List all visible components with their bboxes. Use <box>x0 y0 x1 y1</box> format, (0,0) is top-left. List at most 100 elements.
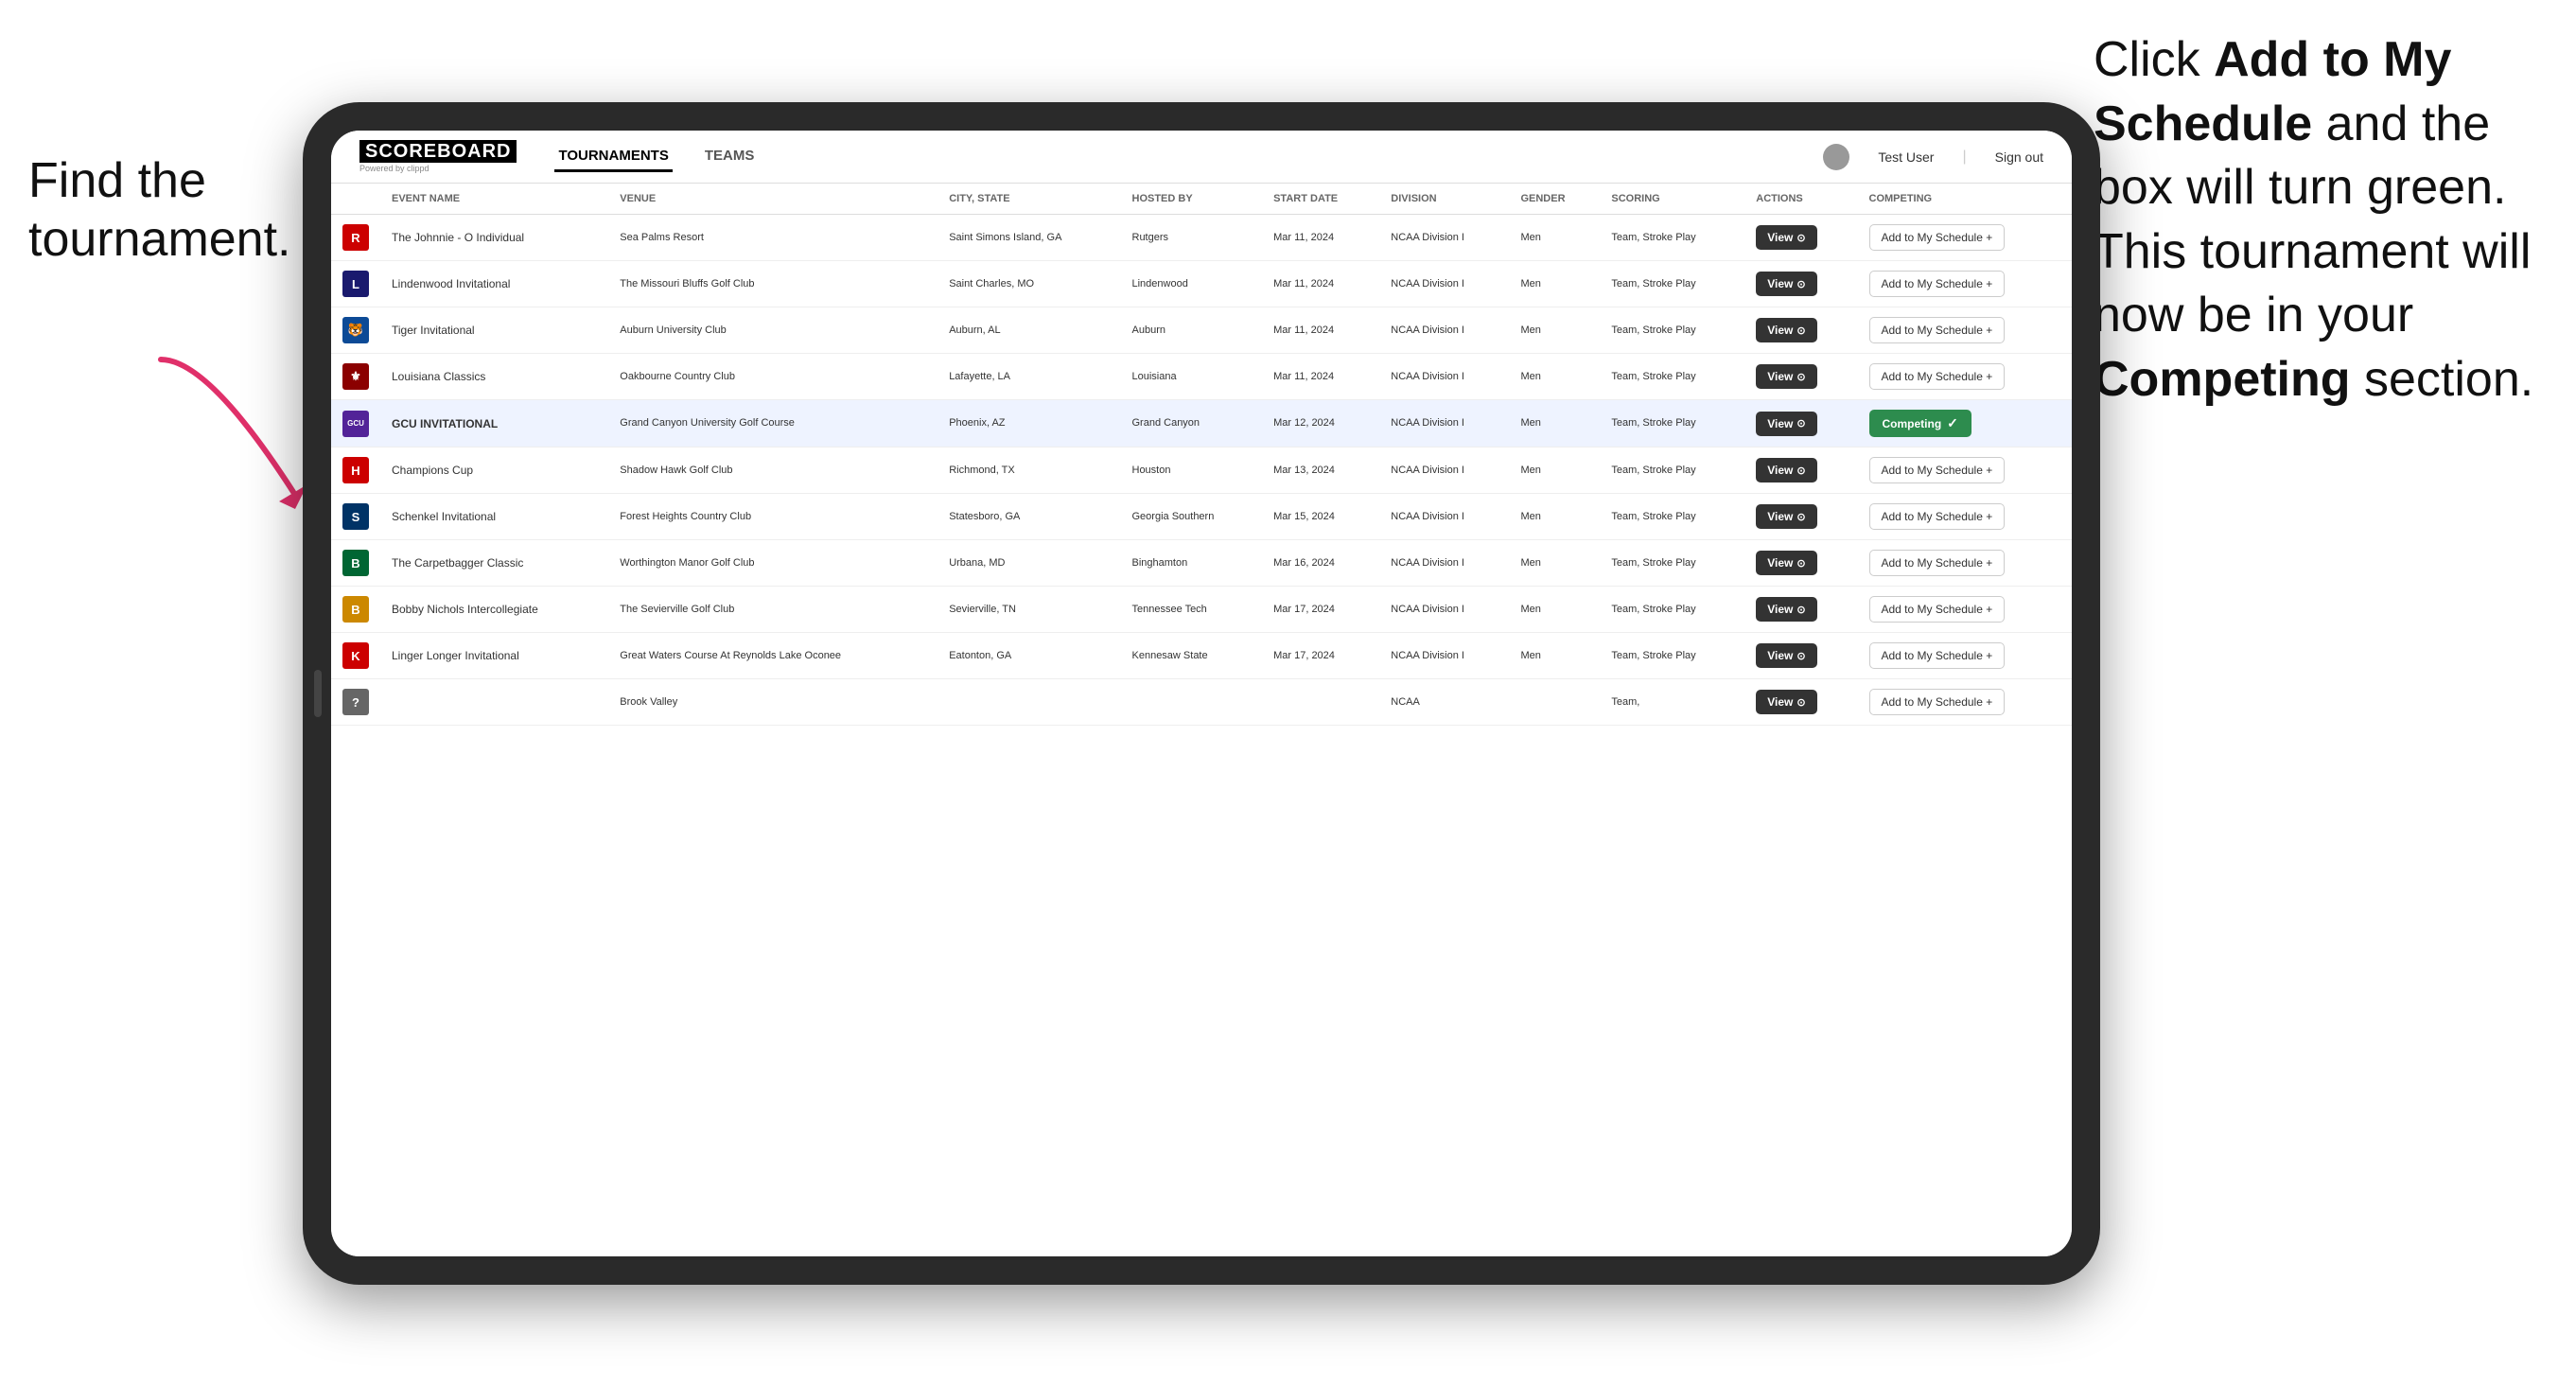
team-logo-cell: B <box>331 540 380 587</box>
hosted-by-cell: Lindenwood <box>1121 261 1263 307</box>
venue-cell: Oakbourne Country Club <box>608 354 938 400</box>
team-logo-cell: R <box>331 215 380 261</box>
city-cell: Auburn, AL <box>938 307 1120 354</box>
team-logo-cell: ⚜ <box>331 354 380 400</box>
hosted-by-cell <box>1121 679 1263 726</box>
gender-cell: Men <box>1509 587 1600 633</box>
gender-cell: Men <box>1509 540 1600 587</box>
gender-cell: Men <box>1509 354 1600 400</box>
table-row: BBobby Nichols IntercollegiateThe Sevier… <box>331 587 2072 633</box>
division-cell: NCAA Division I <box>1379 400 1509 447</box>
competing-cell: Add to My Schedule + <box>1858 215 2073 261</box>
nav-tab-teams[interactable]: TEAMS <box>701 142 759 172</box>
view-button[interactable]: View ⊙ <box>1756 272 1816 296</box>
event-name-cell: Tiger Invitational <box>380 307 608 354</box>
gender-cell: Men <box>1509 400 1600 447</box>
city-cell: Statesboro, GA <box>938 494 1120 540</box>
scoring-cell: Team, Stroke Play <box>1600 400 1744 447</box>
team-logo-cell: B <box>331 587 380 633</box>
division-cell: NCAA Division I <box>1379 215 1509 261</box>
view-button[interactable]: View ⊙ <box>1756 458 1816 482</box>
nav-tab-tournaments[interactable]: TOURNAMENTS <box>554 142 672 172</box>
add-to-schedule-button[interactable]: Add to My Schedule + <box>1869 550 2006 576</box>
division-cell: NCAA Division I <box>1379 540 1509 587</box>
start-date-cell: Mar 15, 2024 <box>1262 494 1379 540</box>
scoring-cell: Team, Stroke Play <box>1600 354 1744 400</box>
gender-cell: Men <box>1509 215 1600 261</box>
add-to-schedule-button[interactable]: Add to My Schedule + <box>1869 363 2006 390</box>
scoring-cell: Team, Stroke Play <box>1600 307 1744 354</box>
hosted-by-cell: Georgia Southern <box>1121 494 1263 540</box>
division-cell: NCAA Division I <box>1379 587 1509 633</box>
venue-cell: Forest Heights Country Club <box>608 494 938 540</box>
competing-button[interactable]: Competing ✓ <box>1869 410 1971 437</box>
view-button[interactable]: View ⊙ <box>1756 225 1816 250</box>
event-name-cell: The Carpetbagger Classic <box>380 540 608 587</box>
venue-cell: Auburn University Club <box>608 307 938 354</box>
add-to-schedule-button[interactable]: Add to My Schedule + <box>1869 271 2006 297</box>
add-to-schedule-button[interactable]: Add to My Schedule + <box>1869 457 2006 483</box>
venue-cell: Great Waters Course At Reynolds Lake Oco… <box>608 633 938 679</box>
scoring-cell: Team, Stroke Play <box>1600 215 1744 261</box>
scoring-cell: Team, Stroke Play <box>1600 494 1744 540</box>
signout-link[interactable]: Sign out <box>1995 149 2043 165</box>
event-name-cell: Lindenwood Invitational <box>380 261 608 307</box>
venue-cell: Shadow Hawk Golf Club <box>608 447 938 494</box>
start-date-cell: Mar 11, 2024 <box>1262 215 1379 261</box>
event-name-cell <box>380 679 608 726</box>
view-button[interactable]: View ⊙ <box>1756 690 1816 714</box>
actions-cell: View ⊙ <box>1744 261 1857 307</box>
competing-cell: Add to My Schedule + <box>1858 679 2073 726</box>
start-date-cell <box>1262 679 1379 726</box>
competing-cell: Add to My Schedule + <box>1858 540 2073 587</box>
add-to-schedule-button[interactable]: Add to My Schedule + <box>1869 689 2006 715</box>
event-name-cell: Schenkel Invitational <box>380 494 608 540</box>
division-cell: NCAA Division I <box>1379 307 1509 354</box>
view-button[interactable]: View ⊙ <box>1756 597 1816 622</box>
add-to-schedule-button[interactable]: Add to My Schedule + <box>1869 317 2006 343</box>
view-button[interactable]: View ⊙ <box>1756 504 1816 529</box>
table-row: 🐯Tiger InvitationalAuburn University Clu… <box>331 307 2072 354</box>
col-header-logo <box>331 184 380 215</box>
add-to-schedule-button[interactable]: Add to My Schedule + <box>1869 596 2006 623</box>
gender-cell: Men <box>1509 307 1600 354</box>
view-button[interactable]: View ⊙ <box>1756 364 1816 389</box>
city-cell: Saint Simons Island, GA <box>938 215 1120 261</box>
city-cell <box>938 679 1120 726</box>
view-button[interactable]: View ⊙ <box>1756 318 1816 342</box>
col-header-actions: ACTIONS <box>1744 184 1857 215</box>
tablet-screen: SCOREBOARD Powered by clippd TOURNAMENTS… <box>331 131 2072 1256</box>
table-row: LLindenwood InvitationalThe Missouri Blu… <box>331 261 2072 307</box>
city-cell: Phoenix, AZ <box>938 400 1120 447</box>
actions-cell: View ⊙ <box>1744 679 1857 726</box>
add-to-schedule-button[interactable]: Add to My Schedule + <box>1869 642 2006 669</box>
annotation-left: Find the tournament. <box>28 151 293 270</box>
tournaments-table: EVENT NAME VENUE CITY, STATE HOSTED BY S… <box>331 184 2072 726</box>
team-logo-cell: GCU <box>331 400 380 447</box>
actions-cell: View ⊙ <box>1744 307 1857 354</box>
col-header-scoring: SCORING <box>1600 184 1744 215</box>
add-to-schedule-button[interactable]: Add to My Schedule + <box>1869 224 2006 251</box>
division-cell: NCAA <box>1379 679 1509 726</box>
view-button[interactable]: View ⊙ <box>1756 551 1816 575</box>
team-logo-cell: 🐯 <box>331 307 380 354</box>
actions-cell: View ⊙ <box>1744 633 1857 679</box>
city-cell: Sevierville, TN <box>938 587 1120 633</box>
team-logo-cell: H <box>331 447 380 494</box>
city-cell: Urbana, MD <box>938 540 1120 587</box>
col-header-gender: GENDER <box>1509 184 1600 215</box>
city-cell: Lafayette, LA <box>938 354 1120 400</box>
gender-cell: Men <box>1509 633 1600 679</box>
division-cell: NCAA Division I <box>1379 354 1509 400</box>
venue-cell: Brook Valley <box>608 679 938 726</box>
table-row: ?Brook ValleyNCAATeam,View ⊙Add to My Sc… <box>331 679 2072 726</box>
view-button[interactable]: View ⊙ <box>1756 643 1816 668</box>
start-date-cell: Mar 13, 2024 <box>1262 447 1379 494</box>
add-to-schedule-button[interactable]: Add to My Schedule + <box>1869 503 2006 530</box>
scoring-cell: Team, Stroke Play <box>1600 540 1744 587</box>
logo-powered: Powered by clippd <box>359 164 429 173</box>
event-name-cell: The Johnnie - O Individual <box>380 215 608 261</box>
view-button[interactable]: View ⊙ <box>1756 412 1816 436</box>
city-cell: Richmond, TX <box>938 447 1120 494</box>
actions-cell: View ⊙ <box>1744 447 1857 494</box>
